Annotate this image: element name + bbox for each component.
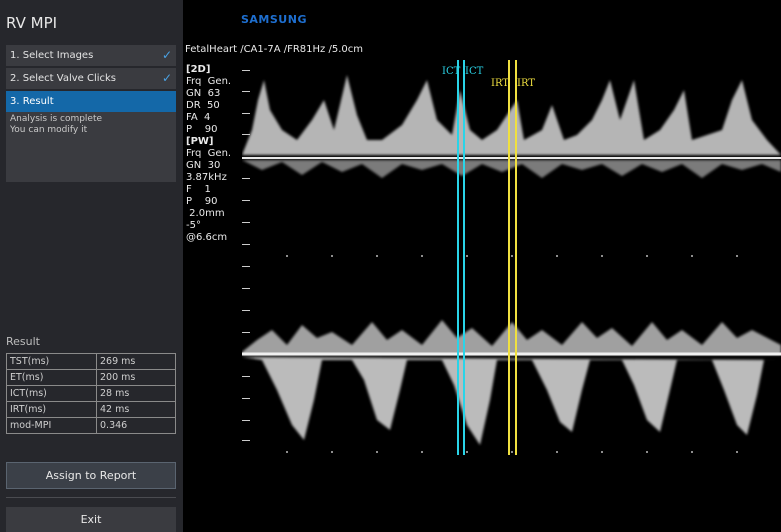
status-box: Analysis is complete You can modify it — [6, 112, 176, 182]
time-dot — [691, 451, 693, 453]
param-line: P 90 — [186, 124, 218, 135]
table-row: ICT(ms) 28 ms — [6, 385, 176, 402]
result-table: TST(ms) 269 ms ET(ms) 200 ms ICT(ms) 28 ms … — [6, 353, 176, 434]
assign-to-report-button[interactable]: Assign to Report — [6, 462, 176, 489]
step-label: 2. Select Valve Clicks — [10, 73, 117, 84]
param-line: FA 4 — [186, 112, 211, 123]
time-dot — [466, 451, 468, 453]
left-panel: RV MPI 1. Select Images ✓ 2. Select Valv… — [0, 0, 183, 532]
time-dot — [511, 255, 513, 257]
irt-label-start: IRT — [491, 78, 509, 89]
time-dot — [286, 255, 288, 257]
step-label: 3. Result — [10, 96, 54, 107]
table-row: mod-MPI 0.346 — [6, 417, 176, 434]
param-line: F 1 — [186, 184, 211, 195]
param-line: @6.6cm — [186, 232, 228, 243]
time-dot — [376, 255, 378, 257]
table-row: IRT(ms) 42 ms — [6, 401, 176, 418]
time-dot — [646, 255, 648, 257]
ict-label-end: ICT — [465, 66, 484, 77]
time-dot — [691, 255, 693, 257]
time-dot — [376, 451, 378, 453]
step-select-images[interactable]: 1. Select Images ✓ — [6, 45, 176, 66]
params-pw-header: [PW] — [186, 136, 214, 147]
table-row: TST(ms) 269 ms — [6, 353, 176, 370]
time-dot — [646, 451, 648, 453]
param-line: DR 50 — [186, 100, 220, 111]
param-line: GN 63 — [186, 88, 221, 99]
doppler-spectrum[interactable] — [242, 60, 781, 460]
param-line: 2.0mm — [186, 208, 225, 219]
result-name: ICT(ms) — [6, 385, 97, 402]
scan-parameters: [2D] Frq Gen. GN 63 DR 50 FA 4 P 90 [PW]… — [186, 64, 231, 244]
upper-waveform — [242, 75, 781, 155]
ict-label-start: ICT — [442, 66, 461, 77]
result-value: 28 ms — [96, 385, 176, 402]
checkmark-icon: ✓ — [161, 71, 172, 85]
params-2d-header: [2D] — [186, 64, 211, 75]
time-dot — [736, 255, 738, 257]
step-select-valve-clicks[interactable]: 2. Select Valve Clicks ✓ — [6, 68, 176, 89]
status-line-2: You can modify it — [10, 125, 88, 135]
result-name: mod-MPI — [6, 417, 97, 434]
divider — [6, 497, 176, 498]
time-dot — [286, 451, 288, 453]
lower-waveform-bottom — [242, 357, 781, 445]
upper-lower-echo — [242, 160, 781, 178]
time-dot — [601, 255, 603, 257]
param-line: GN 30 — [186, 160, 221, 171]
param-line: 3.87kHz — [186, 172, 227, 183]
time-dot — [556, 255, 558, 257]
status-line-1: Analysis is complete — [10, 114, 103, 124]
time-dot — [511, 451, 513, 453]
time-dot — [421, 255, 423, 257]
time-dot — [421, 451, 423, 453]
result-name: TST(ms) — [6, 353, 97, 370]
brand-logo: SAMSUNG — [241, 13, 307, 26]
time-dot — [601, 451, 603, 453]
result-value: 200 ms — [96, 369, 176, 386]
result-value: 42 ms — [96, 401, 176, 418]
result-name: IRT(ms) — [6, 401, 97, 418]
result-value: 269 ms — [96, 353, 176, 370]
app-title: RV MPI — [6, 14, 58, 32]
param-line: -5° — [186, 220, 201, 231]
time-dot — [736, 451, 738, 453]
time-dot — [331, 255, 333, 257]
step-result[interactable]: 3. Result — [6, 91, 176, 112]
table-row: ET(ms) 200 ms — [6, 369, 176, 386]
lower-waveform-top — [242, 320, 781, 355]
checkmark-icon: ✓ — [161, 48, 172, 62]
param-line: Frq Gen. — [186, 76, 232, 87]
result-name: ET(ms) — [6, 369, 97, 386]
time-dot — [331, 451, 333, 453]
param-line: P 90 — [186, 196, 218, 207]
exit-button[interactable]: Exit — [6, 507, 176, 532]
irt-label-end: IRT — [517, 78, 535, 89]
time-dot — [556, 451, 558, 453]
result-title: Result — [6, 335, 40, 348]
time-dot — [466, 255, 468, 257]
result-value: 0.346 — [96, 417, 176, 434]
step-label: 1. Select Images — [10, 50, 94, 61]
image-info: FetalHeart /CA1-7A /FR81Hz /5.0cm — [185, 44, 363, 55]
param-line: Frq Gen. — [186, 148, 232, 159]
